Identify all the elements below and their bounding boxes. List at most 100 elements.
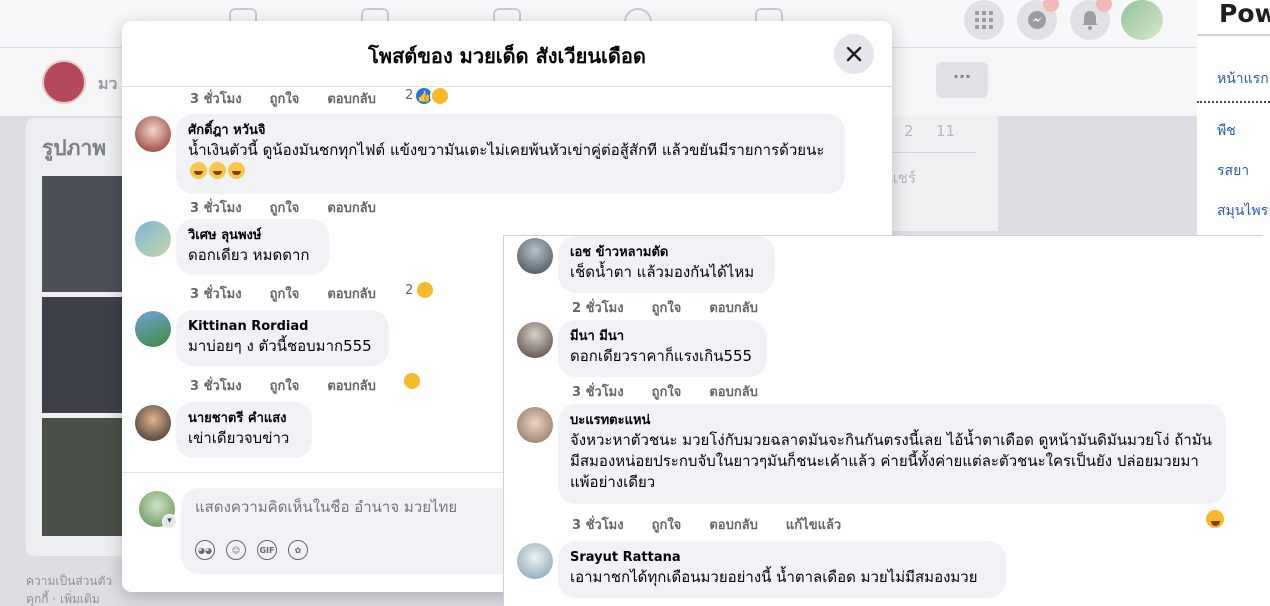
haha-reaction-icon[interactable] (415, 280, 435, 300)
comments-overlay-panel: เอช ข้าวหลามตัด เช็ดน้ำตา แล้วมองกันได้ไ… (503, 235, 1263, 606)
reply-link[interactable]: ตอบกลับ (709, 385, 758, 400)
comment-actions: 3 ชั่วโมง ถูกใจ ตอบกลับ (572, 381, 786, 402)
close-icon (846, 46, 862, 62)
haha-reaction-icon[interactable] (1204, 508, 1226, 530)
comment-actions: 3 ชั่วโมง ถูกใจ ตอบกลับ แก้ไขแล้ว (572, 514, 869, 535)
share-label[interactable]: แชร์ (888, 166, 916, 190)
comment-bubble: นายชาตรี คำแสง เข่าเดียวจบข่าว (176, 402, 312, 458)
sticker-icon[interactable]: ✿ (288, 540, 308, 560)
photo-thumbnail[interactable] (42, 418, 124, 536)
comment-text: จังหวะหาตัวชนะ มวยโง่กับมวยฉลาดมันจะกินก… (570, 431, 1212, 491)
avatar[interactable] (517, 238, 553, 274)
comment-text: เข่าเดียวจบข่าว (188, 429, 290, 447)
comment-text: เช็ดน้ำตา แล้วมองกันได้ไหม (570, 263, 755, 281)
comment-author[interactable]: บะแรทตะแหน่ (570, 412, 1214, 430)
reply-link[interactable]: ตอบกลับ (327, 287, 376, 302)
laughing-emoji-icon (190, 162, 207, 179)
comment-actions: 3 ชั่วโมง ถูกใจ ตอบกลับ (190, 197, 404, 218)
reply-link[interactable]: ตอบกลับ (327, 201, 376, 216)
like-link[interactable]: ถูกใจ (270, 201, 300, 216)
comment-author[interactable]: นายชาตรี คำแสง (188, 410, 300, 428)
comment-actions: 2 ชั่วโมง ถูกใจ ตอบกลับ (572, 297, 786, 318)
comment-author[interactable]: Srayut Rattana (570, 549, 994, 567)
comment-bubble: Kittinan Rordiad มาบ่อยๆ ง ตัวนี้ชอบมาก5… (176, 310, 389, 366)
like-link[interactable]: ถูกใจ (652, 385, 682, 400)
sidebar-link-herbs[interactable]: สมุนไพร (1217, 200, 1268, 222)
reply-link[interactable]: ตอบกลับ (327, 92, 376, 107)
comment-time[interactable]: 3 ชั่วโมง (572, 385, 624, 400)
like-link[interactable]: ถูกใจ (270, 287, 300, 302)
messenger-icon[interactable] (1017, 0, 1059, 40)
notification-badge (1096, 0, 1112, 12)
modal-header: โพสต์ของ มวยเด็ด สังเวียนเดือด (122, 21, 892, 87)
photo-thumbnail[interactable] (42, 176, 124, 292)
comment-text: น้ำเงินตัวนี้ ดูน้องมันชกทุกไฟต์ แข้งขวา… (188, 140, 833, 182)
sidebar-title: Pow (1197, 0, 1270, 36)
avatar[interactable] (517, 407, 553, 443)
chevron-down-icon[interactable]: ▾ (162, 514, 177, 529)
comment-author[interactable]: ศักดิ์ฎา หวันจิ (188, 122, 833, 140)
reply-link[interactable]: ตอบกลับ (709, 301, 758, 316)
comment-author[interactable]: วิเศษ ลุนพงษ์ (188, 227, 317, 245)
laughing-emoji-icon (209, 162, 226, 179)
comment-author[interactable]: Kittinan Rordiad (188, 318, 377, 336)
comment-author[interactable]: เอช ข้าวหลามตัด (570, 244, 763, 262)
comment-text: ดอกเดียว หมดดาก (188, 246, 310, 264)
avatar[interactable] (135, 311, 171, 347)
sidebar-edge (1263, 236, 1270, 606)
reaction-count: 2 (405, 283, 414, 298)
emoji-icon[interactable]: ☺ (226, 540, 246, 560)
haha-reaction-icon[interactable] (402, 371, 422, 391)
notifications-bell-icon[interactable] (1070, 0, 1112, 40)
post-share-count: 11 (936, 122, 956, 140)
comment-bubble: ศักดิ์ฎา หวันจิ น้ำเงินตัวนี้ ดูน้องมันช… (176, 114, 845, 194)
avatar[interactable] (135, 221, 171, 257)
comment-time[interactable]: 2 ชั่วโมง (572, 301, 624, 316)
avatar[interactable] (135, 405, 171, 441)
close-button[interactable] (834, 34, 874, 74)
comment-text: เอามาชกได้ทุกเดือนมวยอย่างนี้ น้ำตาลเดือ… (570, 568, 978, 586)
reply-link[interactable]: ตอบกลับ (709, 518, 758, 533)
post-comment-count: 2 (904, 122, 914, 140)
like-link[interactable]: ถูกใจ (652, 518, 682, 533)
avatar[interactable] (517, 543, 553, 579)
edited-label[interactable]: แก้ไขแล้ว (786, 518, 841, 533)
comment-text: มาบ่อยๆ ง ตัวนี้ชอบมาก555 (188, 337, 372, 355)
photos-title: รูปภาพ (42, 136, 107, 160)
modal-title: โพสต์ของ มวยเด็ด สังเวียนเดือด (368, 44, 646, 68)
footer-links: ความเป็นส่วนตัว คุกกี้ · เพิ่มเติม (26, 572, 112, 606)
account-avatar[interactable] (1121, 0, 1163, 40)
comment-time[interactable]: 3 ชั่วโมง (190, 201, 242, 216)
photo-thumbnail[interactable] (42, 297, 124, 413)
comment-bubble: มีนา มีนา ดอกเดียวราคาก็แรงเกิน555 (558, 320, 767, 377)
comment-time[interactable]: 3 ชั่วโมง (190, 379, 242, 394)
menu-grid-icon[interactable] (964, 0, 1004, 40)
avatar[interactable] (517, 322, 553, 358)
page-name: มว (98, 74, 118, 93)
comment-actions: 3 ชั่วโมง ถูกใจ ตอบกลับ (190, 375, 404, 396)
footer-more[interactable]: คุกกี้ · เพิ่มเติม (26, 590, 112, 606)
comment-bubble: วิเศษ ลุนพงษ์ ดอกเดียว หมดดาก (176, 219, 329, 275)
divider (888, 152, 976, 153)
dotted-divider (1197, 101, 1270, 103)
reply-link[interactable]: ตอบกลับ (327, 379, 376, 394)
gif-icon[interactable]: GIF (257, 540, 277, 560)
comment-bubble: Srayut Rattana เอามาชกได้ทุกเดือนมวยอย่า… (558, 541, 1006, 598)
comment-time[interactable]: 3 ชั่วโมง (190, 287, 242, 302)
comment-time[interactable]: 3 ชั่วโมง (190, 92, 242, 107)
avatar[interactable] (135, 116, 171, 152)
like-link[interactable]: ถูกใจ (270, 92, 300, 107)
footer-privacy[interactable]: ความเป็นส่วนตัว (26, 572, 112, 590)
comment-time[interactable]: 3 ชั่วโมง (572, 518, 624, 533)
sidebar-link-plants[interactable]: พืช (1217, 120, 1236, 142)
comment-author[interactable]: มีนา มีนา (570, 328, 755, 346)
composer-tools: ◕◕ ☺ GIF ✿ (195, 540, 308, 560)
sidebar-link-taste[interactable]: รสยา (1217, 160, 1249, 182)
avatar-sticker-icon[interactable]: ◕◕ (195, 540, 215, 560)
like-link[interactable]: ถูกใจ (652, 301, 682, 316)
like-link[interactable]: ถูกใจ (270, 379, 300, 394)
notification-badge (1043, 0, 1059, 12)
more-options-button[interactable]: ··· (936, 62, 988, 98)
sidebar-link-home[interactable]: หน้าแรก (1217, 68, 1269, 90)
haha-reaction-icon[interactable] (430, 86, 450, 106)
